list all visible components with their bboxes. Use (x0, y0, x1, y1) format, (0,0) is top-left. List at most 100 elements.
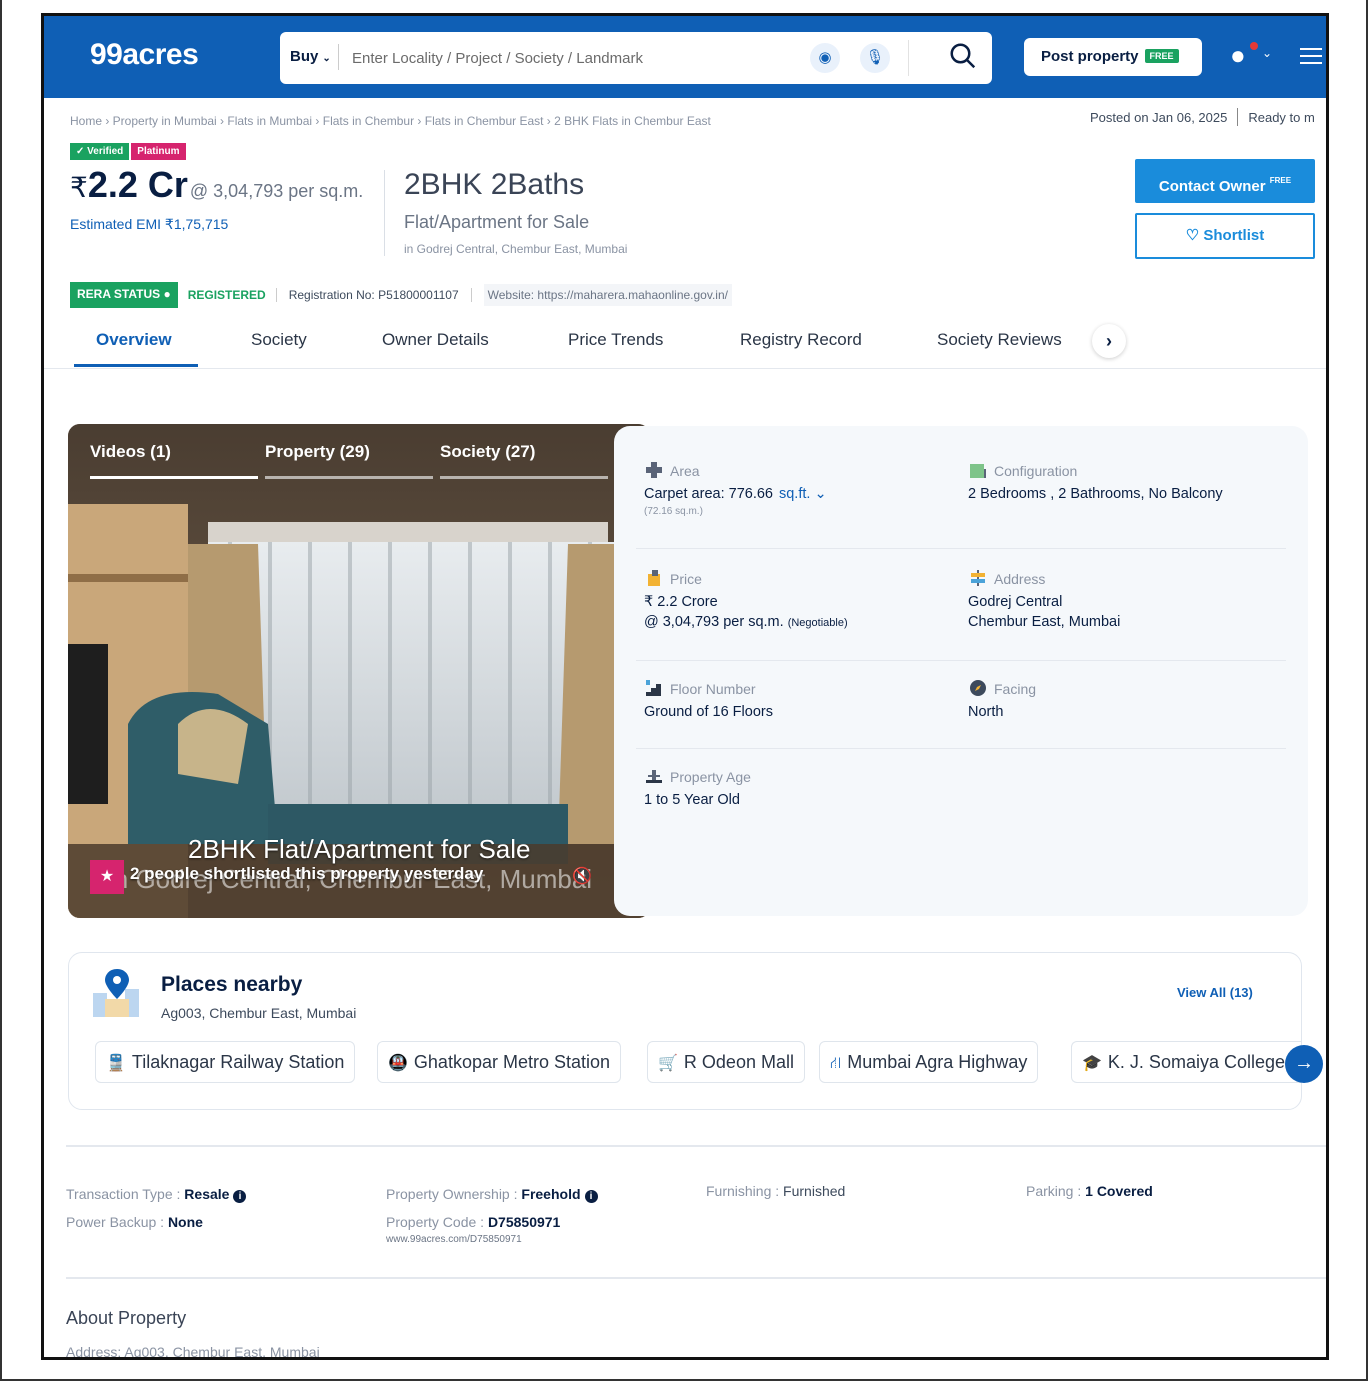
price-value: ₹ 2.2 Crore (644, 594, 718, 610)
nearby-chip-college[interactable]: 🎓 K. J. Somaiya College (1071, 1041, 1301, 1083)
section-tabs: Overview Society Owner Details Price Tre… (70, 322, 1310, 368)
carpet-area-value: Carpet area: 776.66 (644, 486, 773, 502)
estimated-emi-link[interactable]: Estimated EMI ₹1,75,715 (70, 216, 228, 233)
info-icon[interactable]: i (584, 1190, 598, 1203)
buy-label: Buy (290, 48, 319, 65)
user-account-icon[interactable]: ● (1230, 40, 1246, 71)
buy-dropdown[interactable]: Buy ⌄ (290, 48, 331, 65)
price-per-sqm-text: @ 3,04,793 per sq.m. (644, 614, 784, 630)
floor-stairs-icon (646, 680, 661, 696)
negotiable-tag: (Negotiable) (787, 617, 848, 629)
tab-owner-details[interactable]: Owner Details (382, 330, 489, 350)
tab-overview[interactable]: Overview (96, 330, 172, 350)
meta-value: Freehold (521, 1186, 581, 1202)
notification-dot (1250, 42, 1258, 50)
microphone-icon[interactable]: 🎙 (860, 43, 890, 73)
info-icon[interactable]: i (233, 1190, 247, 1203)
listing-configuration: 2BHK 2Baths (404, 168, 585, 201)
price-tag-icon (648, 570, 660, 586)
place-name: R Odeon Mall (683, 1052, 794, 1072)
divider (908, 40, 909, 76)
price-value: 2.2 Cr (87, 164, 188, 205)
browser-viewport: 99acres Buy⌄ ◉ 🎙 Post propertyFREE ● ⌄ H… (41, 13, 1329, 1360)
metro-icon: 🚇 (388, 1055, 408, 1072)
property-ownership: Property Ownership : Freehold i (386, 1186, 598, 1203)
bed-icon (970, 464, 986, 478)
tab-property-photos[interactable]: Property (29) (265, 442, 433, 462)
rera-website[interactable]: Website: https://maharera.mahaonline.gov… (483, 284, 732, 306)
signpost-icon (971, 570, 985, 586)
meta-label: Furnishing : (706, 1183, 784, 1199)
divider (636, 548, 1286, 549)
area-sqm: (72.16 sq.m.) (644, 506, 703, 517)
detail-area: Area Carpet area: 776.66 sq.ft. ⌄ (72.16 … (644, 460, 827, 517)
registration-number: Registration No: P51800001107 (289, 288, 472, 302)
tab-videos[interactable]: Videos (1) (90, 442, 258, 462)
star-icon: ★ (90, 860, 124, 894)
rera-registered: REGISTERED (188, 288, 277, 302)
hamburger-menu-icon[interactable] (1300, 48, 1322, 69)
shortlist-activity: 2 people shortlisted this property yeste… (130, 864, 484, 883)
divider (384, 170, 385, 256)
rera-status-badge[interactable]: RERA STATUS ● (70, 282, 178, 308)
chevron-down-icon: ⌄ (322, 53, 331, 64)
shortlist-label: Shortlist (1203, 227, 1265, 244)
view-all-link[interactable]: View All (13) (1177, 985, 1253, 1000)
post-property-label: Post property (1041, 48, 1139, 65)
price-amount: ₹2.2 Cr (70, 164, 188, 205)
detail-configuration: Configuration 2 Bedrooms , 2 Bathrooms, … (968, 460, 1223, 502)
nearby-chip-highway[interactable]: ⛙ Mumbai Agra Highway (819, 1041, 1039, 1083)
furnishing: Furnishing : Furnished (706, 1183, 845, 1199)
search-input[interactable] (352, 44, 792, 72)
tab-registry-record[interactable]: Registry Record (740, 330, 862, 350)
chevron-down-icon[interactable]: ⌄ (1262, 46, 1272, 60)
posted-info: Posted on Jan 06, 2025 Ready to m (1090, 108, 1315, 126)
post-property-button[interactable]: Post property FREE (1024, 38, 1202, 76)
tab-society[interactable]: Society (251, 330, 307, 350)
top-navbar: 99acres Buy⌄ ◉ 🎙 Post propertyFREE ● ⌄ (44, 16, 1326, 98)
parking: Parking : 1 Covered (1026, 1183, 1153, 1199)
next-arrow-icon[interactable]: → (1285, 1045, 1323, 1083)
search-icon[interactable] (948, 41, 978, 71)
location-target-icon[interactable]: ◉ (810, 43, 840, 73)
shopping-basket-icon: 🛒 (658, 1055, 678, 1072)
detail-price: Price ₹ 2.2 Crore @ 3,04,793 per sq.m. (… (644, 568, 848, 630)
listing-badges: ✓ Verified Platinum (70, 141, 186, 160)
info-icon: ● (163, 287, 171, 301)
rera-bar: RERA STATUS ● REGISTERED Registration No… (70, 282, 732, 308)
active-tab-indicator (90, 476, 258, 479)
property-photo-gallery[interactable]: Videos (1) Property (29) Society (27) 2B… (68, 424, 650, 918)
tab-indicator (440, 476, 608, 479)
places-nearby-card: Places nearby Ag003, Chembur East, Mumba… (68, 952, 1323, 1110)
chevron-right-icon[interactable]: › (1092, 324, 1126, 358)
unit-dropdown[interactable]: sq.ft. ⌄ (779, 486, 827, 502)
property-code-url[interactable]: www.99acres.com/D75850971 (386, 1234, 522, 1245)
tab-society-reviews[interactable]: Society Reviews (937, 330, 1062, 350)
breadcrumb[interactable]: Home › Property in Mumbai › Flats in Mum… (70, 114, 711, 128)
listing-location: in Godrej Central, Chembur East, Mumbai (404, 242, 628, 256)
address-line-1: Godrej Central (968, 594, 1063, 610)
meta-label: Power Backup : (66, 1214, 168, 1230)
divider (338, 44, 339, 70)
property-details-card: Area Carpet area: 776.66 sq.ft. ⌄ (72.16 … (614, 426, 1308, 916)
nearby-chip-metro[interactable]: 🚇 Ghatkopar Metro Station (377, 1041, 622, 1083)
tab-society-photos[interactable]: Society (27) (440, 442, 608, 462)
verified-badge[interactable]: ✓ Verified (70, 143, 130, 160)
tab-price-trends[interactable]: Price Trends (568, 330, 663, 350)
transaction-type: Transaction Type : Resale i (66, 1186, 247, 1203)
mute-icon[interactable]: 🔇 (572, 866, 592, 886)
site-logo[interactable]: 99acres (90, 38, 199, 72)
meta-label: Property Code : (386, 1214, 488, 1230)
detail-property-age: Property Age 1 to 5 Year Old (644, 766, 751, 808)
building-age-icon (646, 770, 662, 783)
nearby-chip-railway[interactable]: 🚆 Tilaknagar Railway Station (95, 1041, 356, 1083)
place-name: Ghatkopar Metro Station (413, 1052, 611, 1072)
about-property-heading: About Property (66, 1308, 187, 1328)
shortlist-button[interactable]: ♡ Shortlist (1135, 213, 1315, 259)
contact-owner-label: Contact Owner (1158, 178, 1266, 195)
contact-owner-button[interactable]: Contact Owner FREE (1135, 159, 1315, 203)
meta-value: None (167, 1214, 203, 1230)
meta-value: Resale (184, 1186, 230, 1202)
divider (44, 368, 1326, 369)
nearby-chip-mall[interactable]: 🛒 R Odeon Mall (647, 1041, 805, 1083)
